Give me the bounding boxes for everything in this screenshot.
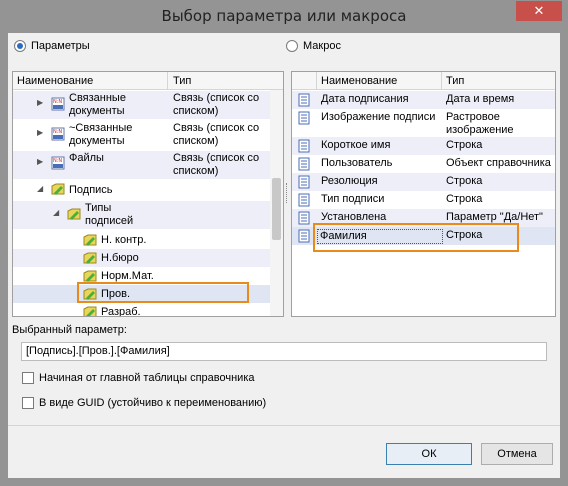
field-row[interactable]: Дата подписания Дата и время bbox=[292, 91, 555, 109]
tree-row-type: Связь (список со списком) bbox=[173, 92, 260, 117]
field-row[interactable]: Пользователь Объект справочника bbox=[292, 155, 555, 173]
dialog-body: Параметры Макрос Наименование Тип ▶ N:N … bbox=[8, 33, 560, 478]
macro-radio-label: Макрос bbox=[303, 40, 341, 52]
ok-button[interactable]: ОК bbox=[386, 443, 472, 465]
svg-text:N:N: N:N bbox=[53, 129, 62, 135]
field-row-type: Строка bbox=[446, 193, 483, 205]
params-radio-label: Параметры bbox=[31, 40, 90, 52]
tree-row-name: Подпись bbox=[69, 184, 113, 196]
expand-arrow-icon[interactable]: ▶ bbox=[37, 98, 43, 107]
radio-unselected-icon bbox=[286, 40, 298, 52]
field-icon bbox=[298, 211, 310, 225]
field-row-type: Растровое изображение bbox=[446, 111, 514, 136]
tree-row-name: Н.бюро bbox=[101, 252, 139, 264]
splitter-handle[interactable] bbox=[286, 183, 289, 203]
checkbox-box[interactable] bbox=[22, 372, 34, 384]
svg-text:N:N: N:N bbox=[53, 158, 62, 164]
radio-selected-icon bbox=[14, 40, 26, 52]
link-icon: N:N bbox=[51, 97, 65, 111]
folder-icon bbox=[67, 208, 81, 220]
selected-param-field[interactable]: [Подпись].[Пров.].[Фамилия] bbox=[21, 342, 547, 361]
folder-icon bbox=[83, 234, 97, 246]
tree-row-name: Разраб. bbox=[101, 306, 141, 317]
tree-row[interactable]: Н. контр. bbox=[13, 231, 283, 249]
checkbox-box[interactable] bbox=[22, 397, 34, 409]
from-main-table-checkbox[interactable]: Начиная от главной таблицы справочника bbox=[22, 372, 255, 384]
field-selection-highlight bbox=[313, 223, 519, 252]
from-main-table-label: Начиная от главной таблицы справочника bbox=[39, 372, 255, 384]
tree-row[interactable]: Разраб. bbox=[13, 303, 283, 317]
field-row-name: Короткое имя bbox=[321, 139, 391, 151]
tree-panel: Наименование Тип ▶ N:N Связанные докумен… bbox=[12, 71, 284, 317]
tree-row[interactable]: ▶ N:N ~Связанные документы Связь (список… bbox=[13, 121, 283, 149]
col-header-name[interactable]: Наименование bbox=[17, 75, 93, 87]
dialog-window: Выбор параметра или макроса ✕ Параметры … bbox=[0, 0, 568, 486]
tree-row[interactable]: ▶ N:N Файлы Связь (список со списком) bbox=[13, 151, 283, 179]
tree-row-name: Связанные документы bbox=[69, 92, 126, 117]
scroll-thumb[interactable] bbox=[272, 178, 281, 240]
tree-row-type: Связь (список со списком) bbox=[173, 152, 260, 177]
field-row-type: Строка bbox=[446, 175, 483, 187]
tree-row[interactable]: ◢ Подпись bbox=[13, 181, 283, 199]
field-row-name: Изображение подписи bbox=[321, 111, 436, 123]
field-row-name: Дата подписания bbox=[321, 93, 409, 105]
field-row-type: Объект справочника bbox=[446, 157, 551, 169]
as-guid-label: В виде GUID (устойчиво к переименованию) bbox=[39, 397, 267, 409]
tree-row-name: Файлы bbox=[69, 152, 104, 164]
folder-icon bbox=[83, 306, 97, 316]
expand-arrow-icon[interactable]: ▶ bbox=[37, 157, 43, 166]
close-button[interactable]: ✕ bbox=[516, 1, 562, 21]
tree-row[interactable]: ▶ N:N Связанные документы Связь (список … bbox=[13, 91, 283, 119]
tree-row-name: Типы подписей bbox=[85, 202, 134, 227]
tree-header: Наименование Тип bbox=[13, 72, 283, 90]
field-row-name: Резолюция bbox=[321, 175, 378, 187]
tree-row[interactable]: Н.бюро bbox=[13, 249, 283, 267]
field-row-type: Дата и время bbox=[446, 93, 515, 105]
field-row-type: Строка bbox=[446, 139, 483, 151]
macro-radio[interactable]: Макрос bbox=[286, 39, 341, 53]
divider bbox=[8, 425, 560, 426]
col-header-type[interactable]: Тип bbox=[446, 75, 464, 87]
folder-icon bbox=[83, 270, 97, 282]
field-icon bbox=[298, 175, 310, 189]
selected-param-label: Выбранный параметр: bbox=[12, 324, 127, 336]
tree-row-name: Н. контр. bbox=[101, 234, 147, 246]
title-bar[interactable]: Выбор параметра или макроса ✕ bbox=[0, 0, 568, 33]
field-row-name: Пользователь bbox=[321, 157, 393, 169]
collapse-arrow-icon[interactable]: ◢ bbox=[37, 184, 43, 193]
collapse-arrow-icon[interactable]: ◢ bbox=[53, 208, 59, 217]
field-row[interactable]: Короткое имя Строка bbox=[292, 137, 555, 155]
field-icon bbox=[298, 139, 310, 153]
link-icon: N:N bbox=[51, 127, 65, 141]
svg-text:N:N: N:N bbox=[53, 99, 62, 105]
params-radio[interactable]: Параметры bbox=[14, 39, 90, 53]
fields-header: Наименование Тип bbox=[292, 72, 555, 90]
field-icon bbox=[298, 157, 310, 171]
col-header-name[interactable]: Наименование bbox=[321, 75, 397, 87]
tree-scrollbar[interactable] bbox=[270, 90, 283, 316]
expand-arrow-icon[interactable]: ▶ bbox=[37, 128, 43, 137]
col-header-type[interactable]: Тип bbox=[173, 75, 191, 87]
window-title: Выбор параметра или макроса bbox=[161, 7, 407, 25]
folder-icon bbox=[83, 252, 97, 264]
field-row-name: Тип подписи bbox=[321, 193, 385, 205]
fields-panel: Наименование Тип Дата подписания Дата и в… bbox=[291, 71, 556, 317]
field-icon bbox=[298, 93, 310, 107]
field-row[interactable]: Тип подписи Строка bbox=[292, 191, 555, 209]
link-icon: N:N bbox=[51, 156, 65, 170]
field-row[interactable]: Резолюция Строка bbox=[292, 173, 555, 191]
tree-row-name: ~Связанные документы bbox=[69, 122, 133, 147]
cancel-button[interactable]: Отмена bbox=[481, 443, 553, 465]
field-row[interactable]: Изображение подписи Растровое изображение bbox=[292, 109, 555, 137]
tree-row[interactable]: ◢ Типы подписей bbox=[13, 201, 283, 229]
tree-row-type: Связь (список со списком) bbox=[173, 122, 260, 147]
as-guid-checkbox[interactable]: В виде GUID (устойчиво к переименованию) bbox=[22, 397, 266, 409]
field-icon bbox=[298, 193, 310, 207]
field-icon bbox=[298, 229, 310, 243]
field-icon bbox=[298, 111, 310, 125]
tree-selection-highlight bbox=[77, 282, 249, 303]
folder-icon bbox=[51, 183, 65, 195]
